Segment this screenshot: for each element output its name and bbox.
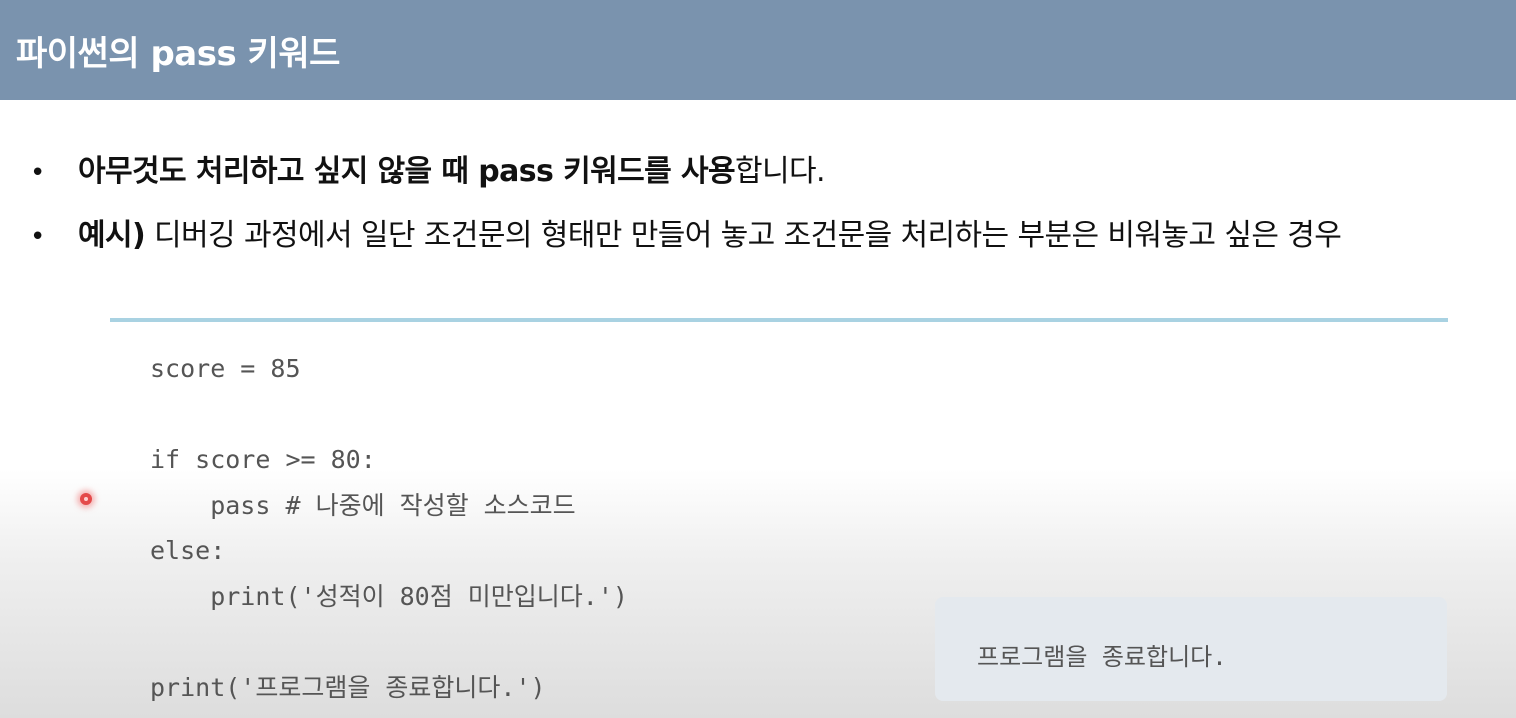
code-line: pass # 나중에 작성할 소스코드 xyxy=(150,491,576,520)
slide-title: 파이썬의 pass 키워드 xyxy=(16,34,340,74)
bullet-normal-text: 합니다. xyxy=(734,154,826,189)
bullet-bold-text: 예시) xyxy=(78,218,146,253)
bullet-normal-text: 디버깅 과정에서 일단 조건문의 형태만 만들어 놓고 조건문을 처리하는 부분… xyxy=(145,218,1342,253)
bullet-marker: • xyxy=(30,222,45,252)
slide-header: 파이썬의 pass 키워드 xyxy=(0,0,1516,100)
bullet-bold-text: 아무것도 처리하고 싶지 않을 때 pass 키워드를 사용 xyxy=(78,154,736,189)
pointer-cursor-icon xyxy=(80,493,92,505)
output-panel: 프로그램을 종료합니다. xyxy=(935,597,1447,701)
bullet-marker: • xyxy=(30,158,45,188)
code-line: print('성적이 80점 미만입니다.') xyxy=(150,582,628,611)
code-line: else: xyxy=(150,536,226,565)
bullet-item: • 예시) 디버깅 과정에서 일단 조건문의 형태만 만들어 놓고 조건문을 처리… xyxy=(30,210,1342,254)
output-text: 프로그램을 종료합니다. xyxy=(977,643,1227,671)
code-block-top-rule xyxy=(110,318,1448,322)
code-line: if score >= 80: xyxy=(150,445,376,474)
bullet-item: • 아무것도 처리하고 싶지 않을 때 pass 키워드를 사용합니다. xyxy=(30,146,825,190)
code-line: score = 85 xyxy=(150,354,301,383)
code-line: print('프로그램을 종료합니다.') xyxy=(150,673,546,702)
